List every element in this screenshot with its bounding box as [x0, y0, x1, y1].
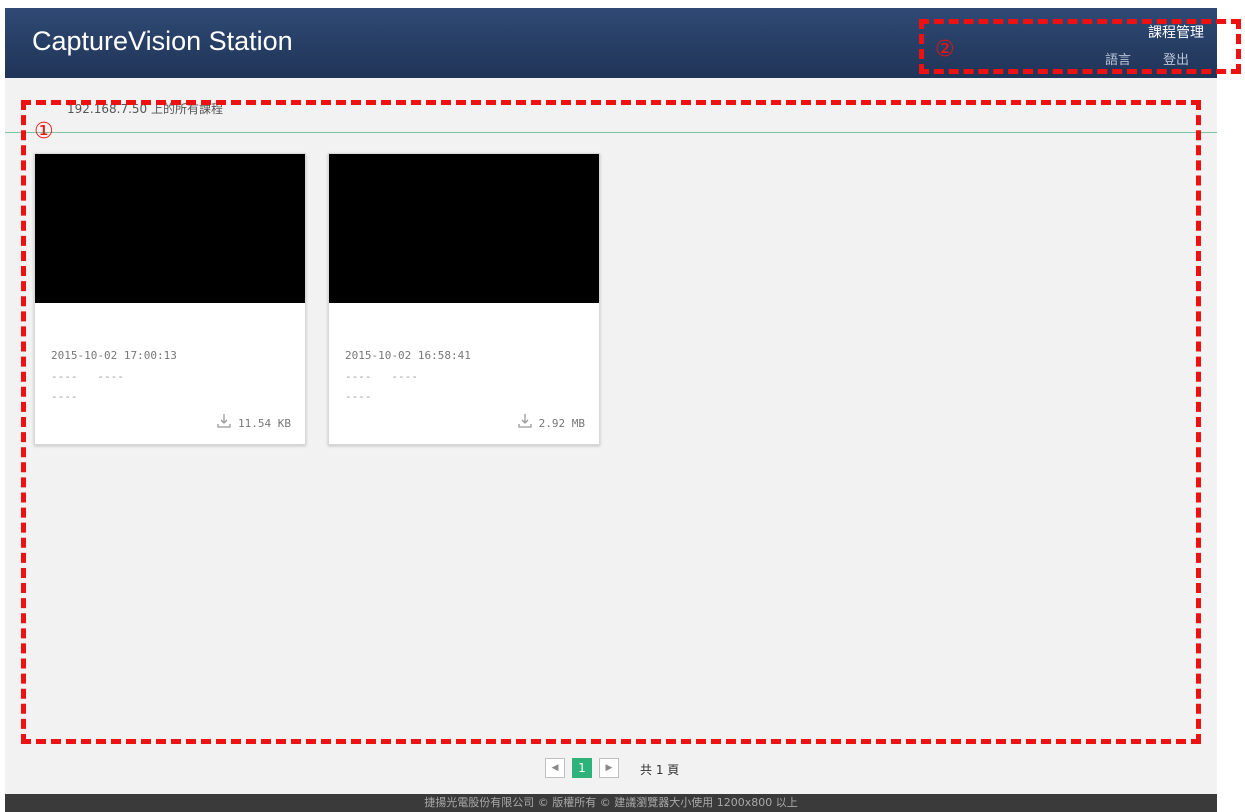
annotation-marker-2: ②: [935, 37, 955, 62]
annotation-box-2: [919, 19, 1241, 74]
prev-page-button[interactable]: ◀: [545, 758, 565, 778]
next-page-icon: ▶: [605, 763, 613, 773]
current-page[interactable]: 1: [572, 758, 592, 778]
app-title: CaptureVision Station: [32, 26, 293, 56]
annotation-box-1: [21, 100, 1201, 744]
footer: 捷揚光電股份有限公司 © 版權所有 © 建議瀏覽器大小使用 1200x800 以…: [5, 794, 1217, 812]
next-page-button[interactable]: ▶: [599, 758, 619, 778]
prev-page-icon: ◀: [551, 763, 559, 773]
page-total: 共 1 頁: [640, 763, 680, 777]
annotation-marker-1: ①: [34, 119, 54, 144]
